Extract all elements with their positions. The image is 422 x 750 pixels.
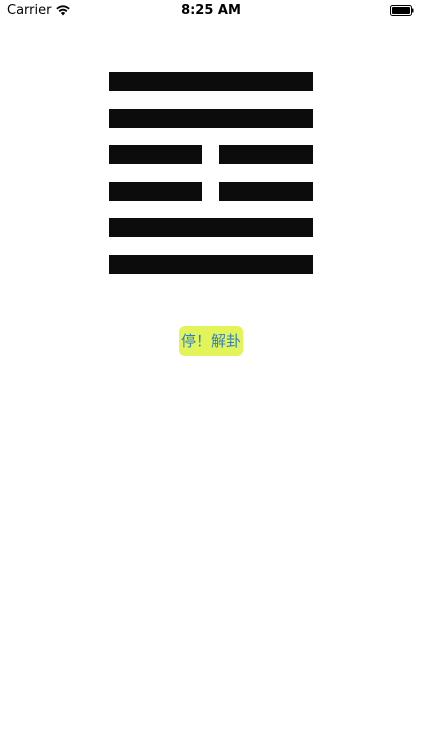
- hexagram-line-3-yin: [109, 145, 313, 164]
- screen: Carrier 8:25 AM 停！解卦: [0, 0, 422, 750]
- interpret-hexagram-button[interactable]: 停！解卦: [179, 326, 243, 356]
- hexagram-line-segment: [109, 181, 202, 201]
- status-time: 8:25 AM: [181, 3, 241, 18]
- hexagram-line-segment: [109, 72, 313, 91]
- hexagram-line-segment: [219, 145, 313, 164]
- hexagram-line-4-yin: [109, 181, 313, 201]
- hexagram-line-6-yang: [109, 254, 313, 274]
- hexagram-line-segment: [109, 108, 313, 128]
- battery-icon: [390, 5, 414, 16]
- hexagram-line-5-yang: [109, 218, 313, 237]
- status-bar: Carrier 8:25 AM: [0, 0, 422, 22]
- hexagram-line-1-yang: [109, 72, 313, 91]
- hexagram-line-segment: [109, 254, 313, 274]
- hexagram: [109, 72, 313, 291]
- hexagram-line-segment: [219, 181, 313, 201]
- hexagram-line-segment: [109, 145, 202, 164]
- hexagram-line-2-yang: [109, 108, 313, 128]
- hexagram-line-segment: [109, 218, 313, 237]
